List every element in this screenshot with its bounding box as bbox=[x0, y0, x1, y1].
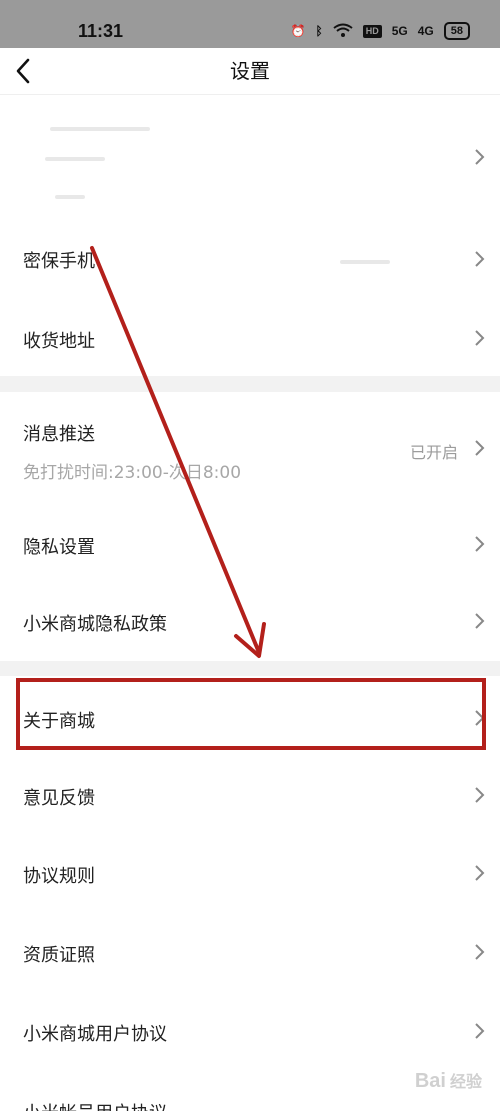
watermark: Bai 经验 bbox=[415, 1068, 482, 1093]
watermark-sub: 经验 bbox=[449, 1074, 482, 1091]
watermark-text: Bai bbox=[414, 1070, 446, 1092]
annotation-arrow-icon bbox=[90, 246, 266, 658]
